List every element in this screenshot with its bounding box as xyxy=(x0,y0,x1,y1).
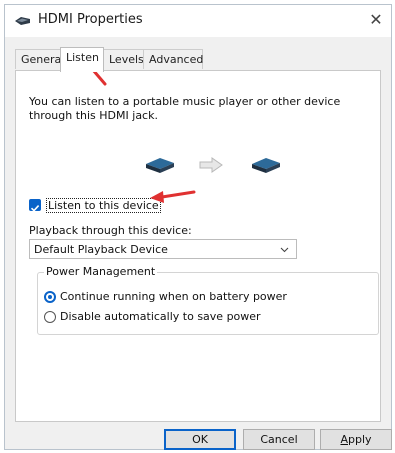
apply-label: pply xyxy=(348,433,372,446)
cancel-button[interactable]: Cancel xyxy=(243,429,315,450)
hdmi-device-icon xyxy=(146,158,174,173)
radio-label[interactable]: Continue running when on battery power xyxy=(60,290,287,303)
power-management-group: Power Management Continue running when o… xyxy=(37,265,379,335)
hdmi-properties-window: HDMI Properties ✕ General Listen Levels … xyxy=(4,4,392,450)
listen-checkbox-label[interactable]: Listen to this device xyxy=(46,198,161,213)
tab-advanced[interactable]: Advanced xyxy=(143,49,203,69)
window-title: HDMI Properties xyxy=(38,12,143,27)
hdmi-device-icon xyxy=(252,158,280,173)
playback-device-value: Default Playback Device xyxy=(34,243,168,256)
radio-button-selected[interactable] xyxy=(44,291,56,303)
ok-button[interactable]: OK xyxy=(164,429,236,450)
listen-description: You can listen to a portable music playe… xyxy=(29,95,341,122)
arrow-right-icon xyxy=(199,157,223,173)
tab-listen[interactable]: Listen xyxy=(60,47,104,72)
radio-label[interactable]: Disable automatically to save power xyxy=(60,310,261,323)
radio-button[interactable] xyxy=(44,311,56,323)
power-management-title: Power Management xyxy=(44,265,158,278)
apply-mnemonic: A xyxy=(340,433,348,446)
speaker-icon xyxy=(15,17,30,25)
apply-button[interactable]: Apply xyxy=(320,429,392,450)
close-button[interactable]: ✕ xyxy=(362,5,390,37)
chevron-down-icon xyxy=(280,247,289,253)
checkmark-icon xyxy=(30,205,40,212)
tab-levels[interactable]: Levels xyxy=(103,49,144,69)
playback-device-dropdown[interactable]: Default Playback Device xyxy=(29,239,297,259)
tab-general[interactable]: General xyxy=(15,49,64,69)
listen-checkbox[interactable] xyxy=(29,199,41,212)
playback-label: Playback through this device: xyxy=(29,224,192,237)
title-bar: HDMI Properties ✕ xyxy=(5,5,391,37)
listen-panel: You can listen to a portable music playe… xyxy=(15,70,381,422)
